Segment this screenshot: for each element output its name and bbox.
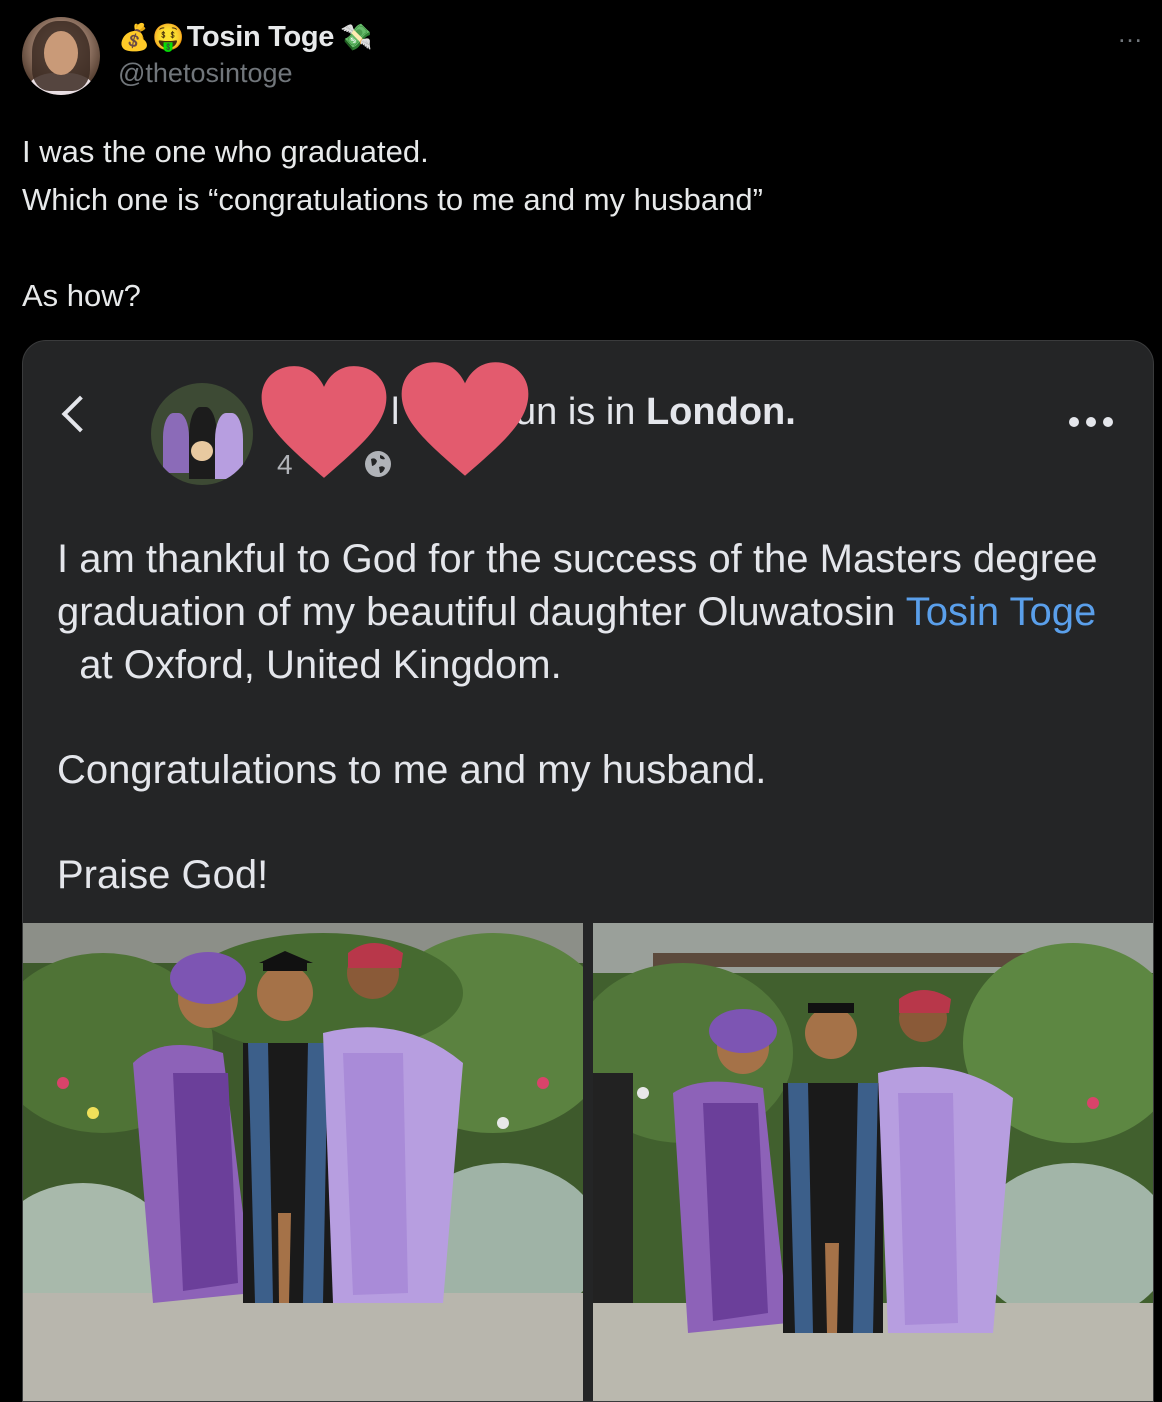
fb-checkin-text: un is in London. xyxy=(515,391,796,434)
avatar-face xyxy=(44,31,78,75)
tagged-user-link[interactable]: Tosin Toge xyxy=(906,590,1097,634)
user-handle[interactable]: @thetosintoge xyxy=(118,58,374,89)
more-options-icon[interactable]: … xyxy=(1117,18,1144,49)
embedded-image-card[interactable]: l un is in London. 4 I am thankful to Go… xyxy=(22,340,1154,1402)
fb-paragraph-1: I am thankful to God for the success of … xyxy=(57,533,1127,692)
tweet-text: I was the one who graduated. Which one i… xyxy=(22,128,763,320)
back-chevron-icon[interactable] xyxy=(61,395,99,433)
tweet-line: I was the one who graduated. xyxy=(22,134,429,169)
graduation-photo-2[interactable] xyxy=(593,923,1153,1401)
money-bag-emoji-icon: 💰 xyxy=(118,22,151,52)
graduation-photo-1[interactable] xyxy=(23,923,583,1401)
fb-name-fragment: un is in xyxy=(515,391,646,433)
fb-location[interactable]: London. xyxy=(646,391,796,433)
money-face-emoji-icon: 🤑 xyxy=(152,22,185,52)
tweet-line: As how? xyxy=(22,278,141,313)
flying-money-emoji-icon: 💸 xyxy=(340,22,373,52)
redaction-heart-icon xyxy=(399,359,531,479)
fb-more-options-icon[interactable] xyxy=(1069,417,1113,427)
avatar-figure-left xyxy=(163,413,189,473)
fb-post-text: I am thankful to God for the success of … xyxy=(57,533,1127,954)
fb-profile-avatar[interactable] xyxy=(151,383,253,485)
display-name-row[interactable]: 💰 🤑 Tosin Toge 💸 xyxy=(118,18,374,56)
tweet-line: Which one is “congratulations to me and … xyxy=(22,182,763,217)
tweet-header: 💰 🤑 Tosin Toge 💸 @thetosintoge … xyxy=(0,0,1162,110)
fb-paragraph-2: Congratulations to me and my husband. xyxy=(57,748,767,792)
avatar-flowers xyxy=(191,441,213,461)
display-name[interactable]: Tosin Toge xyxy=(187,21,335,54)
avatar-figure-right xyxy=(215,413,243,479)
user-names: 💰 🤑 Tosin Toge 💸 @thetosintoge xyxy=(118,18,374,89)
fb-paragraph-3: Praise God! xyxy=(57,853,269,897)
user-avatar[interactable] xyxy=(22,17,100,95)
fb-text-segment: at Oxford, United Kingdom. xyxy=(57,643,562,687)
redaction-heart-icon xyxy=(259,363,389,481)
